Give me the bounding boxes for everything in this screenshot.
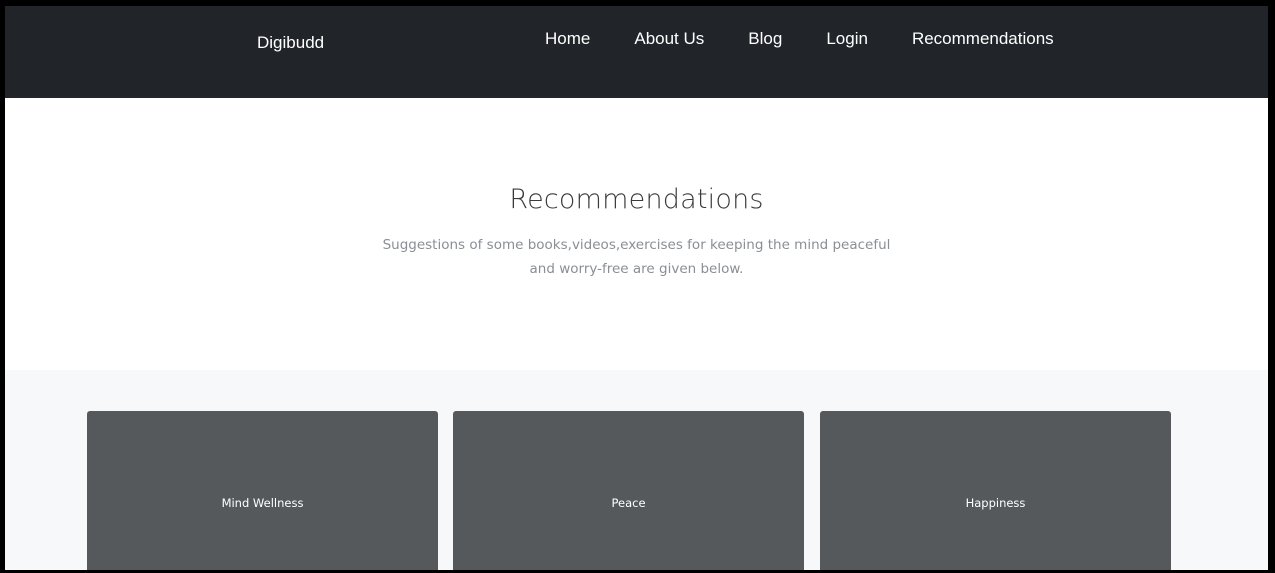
nav-link-about-us[interactable]: About Us (634, 28, 704, 50)
card-peace[interactable]: Peace (453, 411, 804, 570)
card-label: Mind Wellness (221, 496, 304, 510)
navbar: Digibudd Home About Us Blog Login Recomm… (5, 6, 1268, 98)
nav-link-home[interactable]: Home (545, 28, 590, 50)
page-subtitle: Suggestions of some books,videos,exercis… (360, 233, 913, 281)
hero-section: Recommendations Suggestions of some book… (5, 98, 1268, 370)
card-label: Happiness (965, 496, 1026, 510)
recommendation-cards-section: Mind Wellness Peace Happiness (5, 370, 1268, 570)
card-happiness[interactable]: Happiness (820, 411, 1171, 570)
nav-link-recommendations[interactable]: Recommendations (912, 28, 1054, 50)
card-mind-wellness[interactable]: Mind Wellness (87, 411, 438, 570)
page-title: Recommendations (509, 184, 764, 215)
nav-link-blog[interactable]: Blog (748, 28, 782, 50)
subtitle-line-1: Suggestions of some books,videos,exercis… (382, 237, 891, 253)
brand-logo-link[interactable]: Digibudd (257, 33, 324, 53)
browser-viewport: Digibudd Home About Us Blog Login Recomm… (5, 6, 1268, 570)
subtitle-line-2: and worry-free are given below. (529, 261, 744, 277)
nav-link-login[interactable]: Login (826, 28, 868, 50)
nav-links: Home About Us Blog Login Recommendations (545, 28, 1098, 50)
card-label: Peace (611, 496, 646, 510)
